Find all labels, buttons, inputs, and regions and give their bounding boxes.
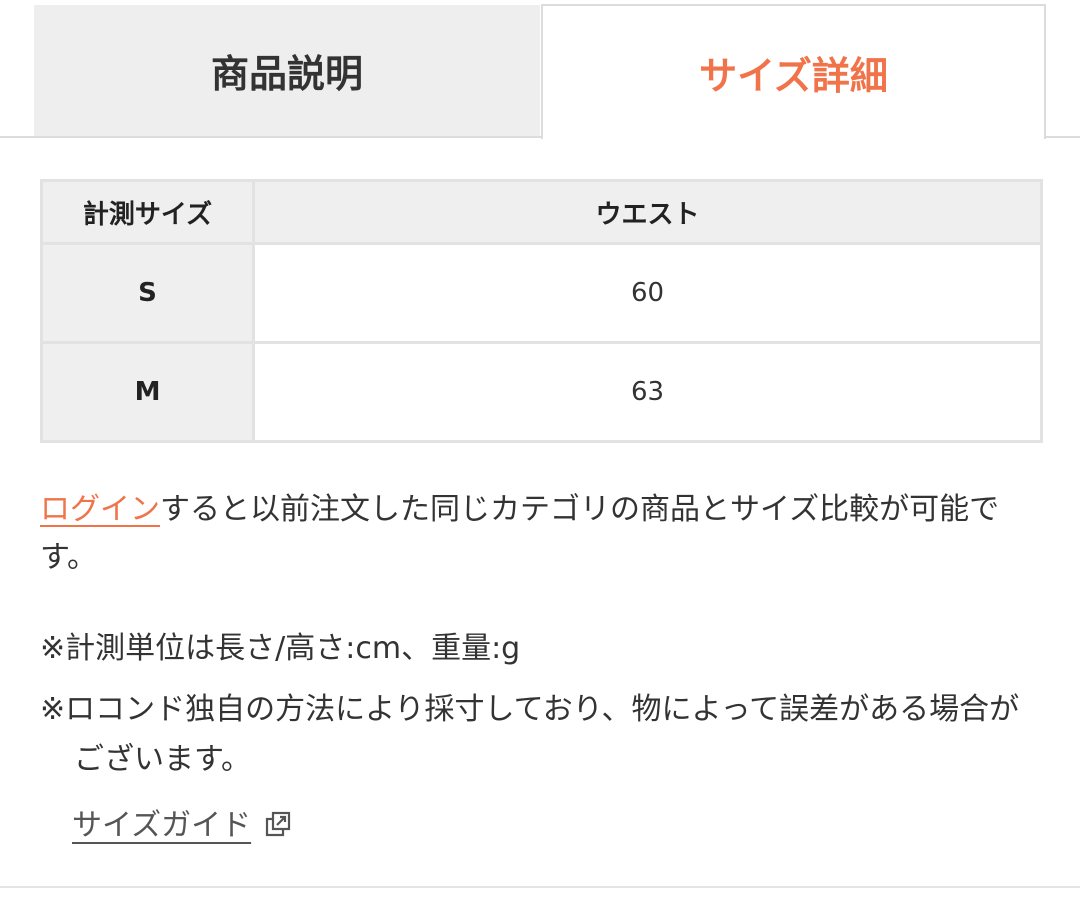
tab-label: 商品説明 (210, 52, 363, 96)
measurement-unit-note: ※計測単位は長さ/高さ:cm、重量:g (40, 631, 521, 666)
tab-size-details[interactable]: サイズ詳細 (541, 4, 1046, 139)
column-header-size: 計測サイズ (40, 179, 255, 245)
size-guide-label: サイズガイド (72, 808, 252, 843)
size-guide-link[interactable]: サイズガイド (72, 800, 291, 844)
login-note: ログインすると以前注文した同じカテゴリの商品とサイズ比較が可能です。 (40, 486, 1045, 582)
external-link-icon (265, 811, 291, 837)
tab-label: サイズ詳細 (699, 54, 888, 98)
login-note-text: すると以前注文した同じカテゴリの商品とサイズ比較が可能です。 (40, 492, 1000, 575)
login-link[interactable]: ログイン (40, 492, 160, 527)
column-header-waist: ウエスト (252, 179, 1043, 245)
waist-cell: 60 (252, 242, 1043, 344)
bottom-divider (0, 886, 1080, 888)
tab-bar: 商品説明 サイズ詳細 (0, 0, 1080, 139)
waist-cell: 63 (252, 341, 1043, 443)
measurement-method-note: ※ロコンド独自の方法により採寸しており、物によって誤差がある場合がございます。 (40, 692, 1020, 777)
table-header-row: 計測サイズ ウエスト (40, 179, 1043, 245)
size-cell: M (40, 341, 255, 443)
table-row: M 63 (40, 341, 1043, 443)
size-cell: S (40, 242, 255, 344)
size-table: 計測サイズ ウエスト S 60 M 63 (40, 179, 1043, 443)
tab-product-description[interactable]: 商品説明 (34, 5, 540, 136)
table-row: S 60 (40, 242, 1043, 344)
